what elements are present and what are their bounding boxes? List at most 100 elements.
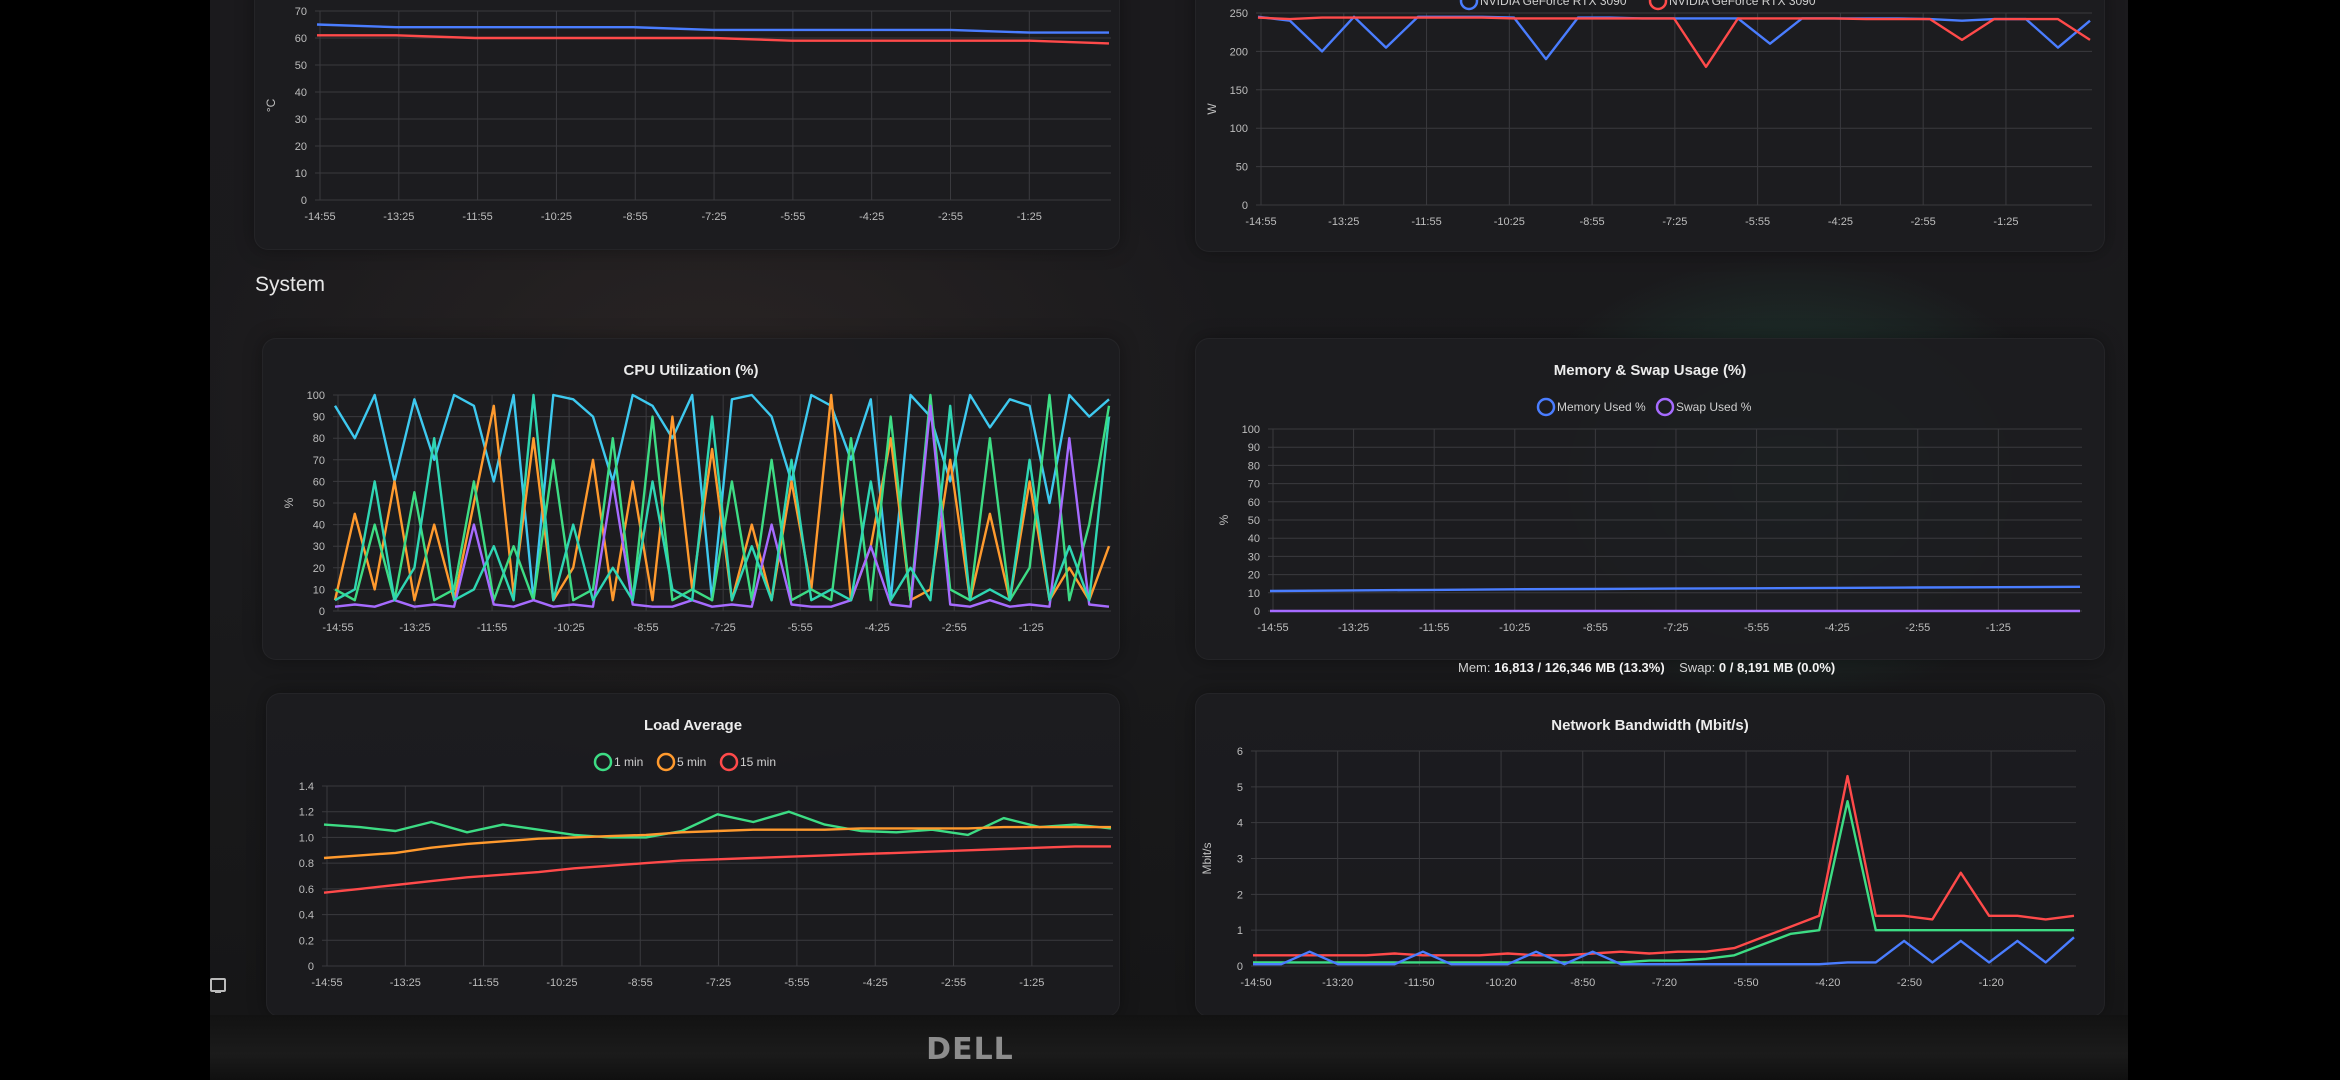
series-line [316,23,1109,34]
y-tick-label: 40 [313,520,325,532]
legend-label[interactable]: 5 min [677,755,706,769]
y-tick-label: 3 [1237,854,1243,866]
network-bandwidth-chart: 0 1 2 3 4 5 6 -14:50 -13:20 -11:50 -10:20 -8:50 -7:2… [1200,717,2076,989]
legend-label[interactable]: Swap Used % [1676,400,1752,414]
x-tick-label: -13:25 [1338,622,1369,634]
y-tick-label: 80 [1248,460,1260,472]
y-tick-label: 0 [308,961,314,973]
y-axis-label: % [1217,514,1231,525]
series-line [323,845,1111,894]
legend-swatch[interactable] [719,752,739,772]
chart-title: Load Average [644,717,742,734]
chart-title: Network Bandwidth (Mbit/s) [1551,717,1749,734]
y-tick-label: 2 [1237,889,1243,901]
legend-label[interactable]: NVIDIA GeForce RTX 3090 [1480,0,1627,8]
x-tick-label: -11:55 [1411,216,1441,228]
x-tick-label: -13:20 [1322,977,1353,989]
x-tick-label: -7:20 [1652,977,1677,989]
y-tick-label: 10 [313,584,325,596]
y-tick-label: 150 [1230,85,1248,97]
x-tick-label: -1:20 [1979,977,2004,989]
y-tick-label: 0 [1254,606,1260,618]
y-tick-label: 30 [313,541,325,553]
y-tick-label: 100 [1242,424,1260,436]
x-tick-label: -5:50 [1734,977,1759,989]
network-bandwidth-panel: 0 1 2 3 4 5 6 -14:50 -13:20 -11:50 -10:20 -8:50 -7:2… [1195,693,2105,1017]
series-line [1253,799,2074,964]
y-tick-label: 70 [1248,479,1260,491]
x-tick-label: -7:25 [706,977,731,989]
y-tick-label: 0.2 [299,935,314,947]
x-tick-label: -5:55 [1745,216,1770,228]
x-tick-label: -1:25 [1019,977,1044,989]
x-tick-label: -2:55 [942,622,967,634]
load-average-chart: 0 0.2 0.4 0.6 0.8 1.0 1.2 1.4 -14:55 -13:25 -11:55… [299,717,1113,989]
x-tick-label: -4:25 [1828,216,1853,228]
x-tick-label: -5:55 [1744,622,1769,634]
y-tick-label: 60 [295,33,307,45]
y-tick-label: 30 [1248,551,1260,563]
legend-swatch[interactable] [1459,0,1479,11]
y-tick-label: 50 [1236,162,1248,174]
x-tick-label: -5:55 [780,211,805,223]
y-tick-label: 0.6 [299,884,314,896]
y-tick-label: 40 [295,87,307,99]
x-tick-label: -10:25 [1494,216,1525,228]
legend-label[interactable]: 15 min [740,755,776,769]
chart-title: CPU Utilization (%) [624,362,759,379]
x-tick-label: -1:25 [1019,622,1044,634]
monitor-icon[interactable] [210,978,226,993]
x-tick-label: -11:50 [1404,977,1434,989]
y-tick-label: 50 [295,60,307,72]
y-tick-label: 200 [1230,46,1248,58]
legend-swatch[interactable] [1536,397,1556,417]
y-tick-label: 70 [313,455,325,467]
y-tick-label: 4 [1237,818,1243,830]
y-axis-label: Mbit/s [1200,842,1214,874]
series-line [334,393,1111,602]
x-tick-label: -8:55 [1583,622,1608,634]
y-tick-label: 90 [313,412,325,424]
legend-label[interactable]: Memory Used % [1557,400,1646,414]
y-tick-label: 60 [1248,497,1260,509]
x-tick-label: -8:55 [628,977,653,989]
x-tick-label: -10:25 [546,977,577,989]
y-tick-label: 80 [313,433,325,445]
x-tick-label: -8:55 [634,622,659,634]
x-tick-label: -14:55 [1257,622,1288,634]
series-line [317,34,1110,45]
x-tick-label: -4:25 [1825,622,1850,634]
gpu-power-chart: 0 50 100 150 200 250 -14:55 -13:25 -11:55 -10:25 -… [1205,0,2092,228]
y-tick-label: 250 [1230,8,1248,20]
monitor-bezel [210,1015,2128,1080]
x-tick-label: -14:55 [322,622,353,634]
x-tick-label: -10:20 [1485,977,1516,989]
x-tick-label: -11:55 [462,211,492,223]
y-tick-label: 1 [1237,925,1243,937]
y-tick-label: 20 [295,141,307,153]
legend-label[interactable]: NVIDIA GeForce RTX 3090 [1669,0,1816,8]
y-tick-label: 70 [295,6,307,18]
section-title: System [255,273,326,296]
memory-stats: Mem: 16,813 / 126,346 MB (13.3%) Swap: 0… [1458,660,1835,675]
legend-label[interactable]: 1 min [614,755,643,769]
x-tick-label: -5:55 [788,622,813,634]
x-tick-label: -14:55 [304,211,335,223]
x-tick-label: -1:25 [1017,211,1042,223]
x-tick-label: -10:25 [1499,622,1530,634]
x-tick-label: -11:55 [468,977,498,989]
y-tick-label: 1.2 [299,807,314,819]
x-tick-label: -7:25 [1662,216,1687,228]
x-tick-label: -10:25 [553,622,584,634]
mem-label: Mem: [1458,660,1491,675]
legend-swatch[interactable] [1648,0,1668,11]
dell-logo: DELL [926,1032,1014,1067]
legend-swatch[interactable] [1655,397,1675,417]
cpu-utilization-panel: 0 10 20 30 40 50 60 70 80 90 100 -14:55 -13:25 -11:55… [262,338,1120,660]
mem-value: 16,813 / 126,346 MB (13.3%) [1494,660,1665,675]
y-tick-label: 6 [1237,746,1243,758]
series-line [323,825,1111,860]
legend-swatch[interactable] [656,752,676,772]
y-tick-label: 0.4 [299,910,314,922]
legend-swatch[interactable] [593,752,613,772]
